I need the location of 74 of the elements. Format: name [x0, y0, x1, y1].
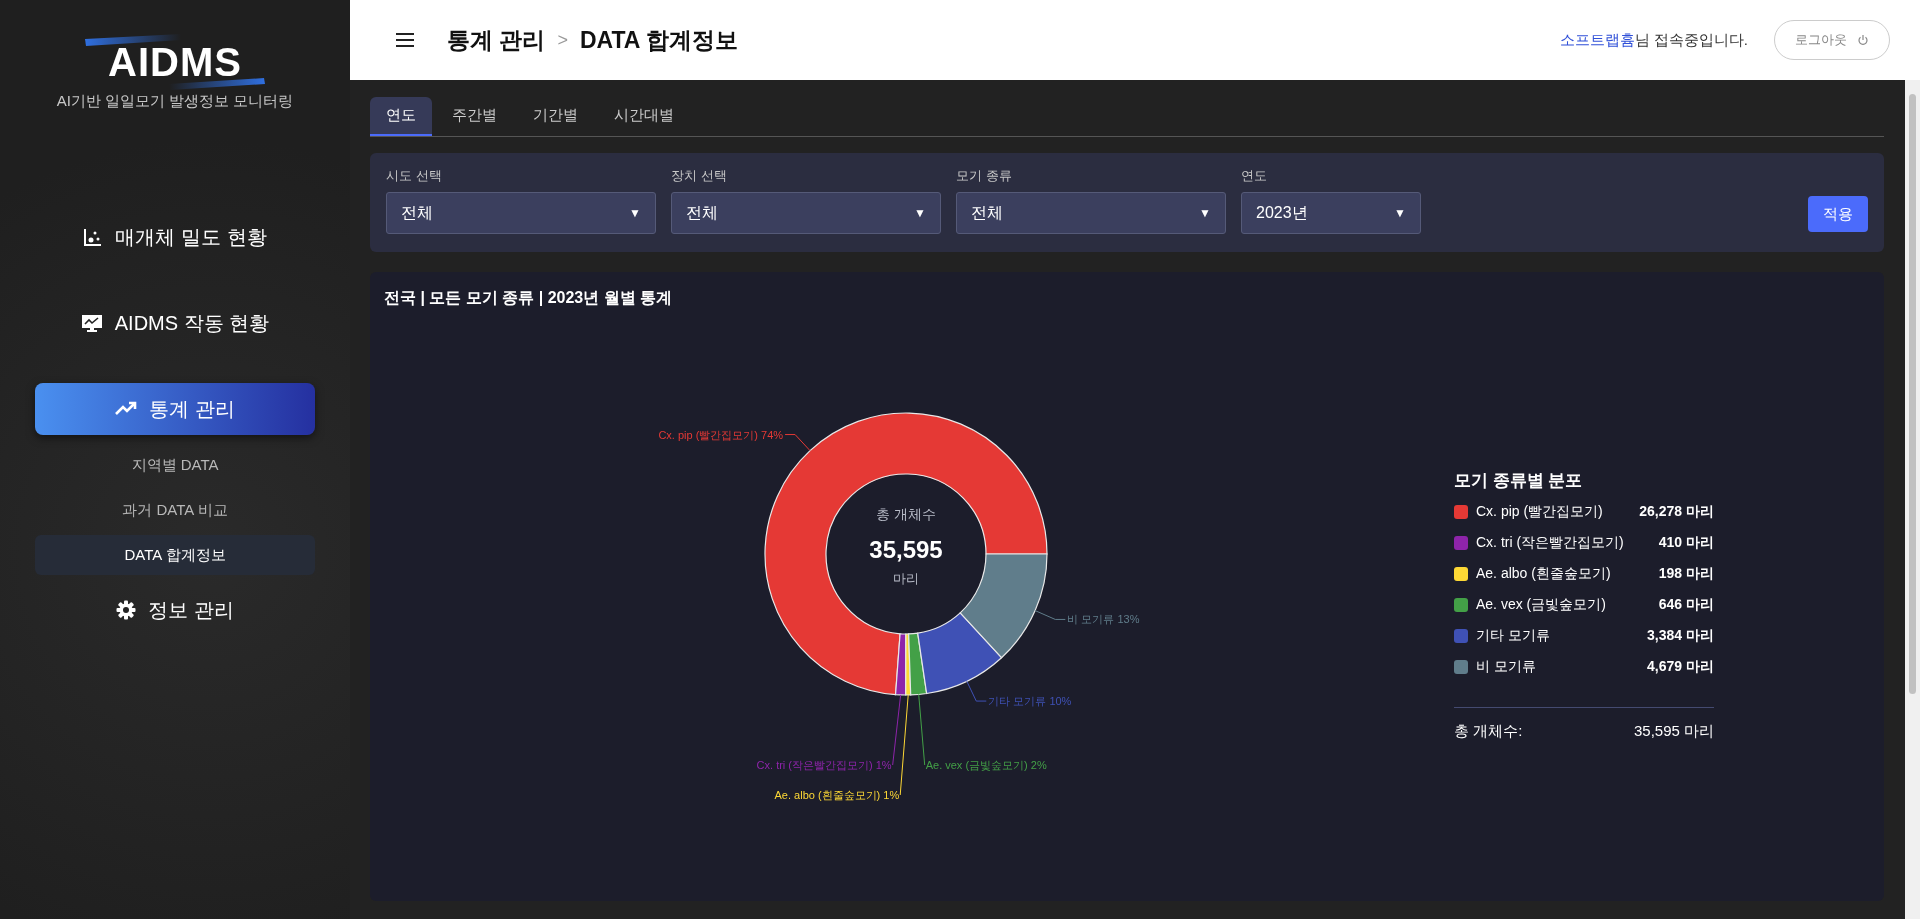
legend-count: 646 마리: [1658, 595, 1714, 614]
filter-label: 모기 종류: [956, 167, 1013, 185]
logout-button[interactable]: 로그아웃: [1774, 20, 1890, 60]
monitor-chart-icon: [80, 313, 103, 333]
slice-label: 비 모기류 13%: [1067, 613, 1140, 626]
slice-label: Cx. tri (작은빨간집모기) 1%: [756, 759, 892, 771]
scatter-chart-icon: [83, 227, 104, 247]
select-field[interactable]: 전체 ▼: [386, 192, 656, 234]
filter-label: 장치 선택: [671, 167, 728, 185]
nav-item[interactable]: AIDMS 작동 현황: [35, 297, 315, 349]
scrollbar[interactable]: [1905, 80, 1920, 919]
nav-label: 정보 관리: [148, 597, 234, 623]
legend-count: 26,278 마리: [1639, 502, 1714, 521]
power-icon: [1857, 34, 1869, 46]
filter-label: 시도 선택: [386, 167, 443, 185]
subnav-item[interactable]: 지역별 DATA: [35, 445, 315, 485]
center-label: 총 개체수: [876, 506, 936, 522]
subnav-item[interactable]: DATA 합계정보: [35, 535, 315, 575]
login-status-text: 님 접속중입니다.: [1634, 30, 1748, 50]
slice-label: Cx. pip (빨간집모기) 74%: [658, 428, 784, 441]
tab[interactable]: 연도: [370, 97, 432, 136]
filter-label: 연도: [1241, 167, 1268, 185]
select-field[interactable]: 전체 ▼: [956, 192, 1226, 234]
legend-label: Ae. albo (흰줄숲모기): [1476, 564, 1612, 583]
legend-label: 기타 모기류: [1476, 626, 1551, 645]
app-subtitle: AI기반 일일모기 발생정보 모니터링: [56, 92, 294, 111]
legend-label: Cx. tri (작은빨간집모기): [1476, 533, 1625, 552]
tab[interactable]: 시간대별: [598, 97, 690, 136]
leader-line: [784, 434, 811, 452]
center-total: 35,595: [869, 536, 943, 563]
nav-item[interactable]: 통계 관리: [35, 383, 315, 435]
trending-up-icon: [115, 401, 138, 417]
slice-label: Ae. albo (흰줄숲모기) 1%: [774, 789, 900, 801]
nav-item[interactable]: 정보 관리: [35, 584, 315, 636]
caret-icon: ▼: [1394, 206, 1406, 220]
legend-count: 410 마리: [1658, 533, 1714, 552]
logo-text: AIDMS: [108, 44, 242, 80]
legend-label: Cx. pip (빨간집모기): [1476, 502, 1604, 521]
leader-line: [1034, 610, 1066, 620]
select-field[interactable]: 2023년 ▼: [1241, 192, 1421, 234]
nav-label: AIDMS 작동 현황: [114, 310, 270, 336]
legend-title: 모기 종류별 분포: [1454, 470, 1584, 492]
slice-label: Ae. vex (금빛숲모기) 2%: [925, 759, 1047, 771]
legend-count: 3,384 마리: [1647, 626, 1714, 645]
page-title: DATA 합계정보: [579, 25, 738, 55]
nav-item[interactable]: 매개체 밀도 현황: [35, 211, 315, 263]
logo-stripe-icon: [85, 34, 181, 46]
total-value: 35,595 마리: [1633, 722, 1714, 741]
chart-title: 전국 | 모든 모기 종류 | 2023년 월별 통계: [384, 288, 674, 308]
settings-icon: [116, 600, 137, 620]
total-label: 총 개체수:: [1454, 722, 1523, 741]
breadcrumb-section[interactable]: 통계 관리: [447, 24, 546, 56]
leader-line: [966, 680, 987, 702]
breadcrumb-separator: >: [557, 29, 568, 51]
select-field[interactable]: 전체 ▼: [671, 192, 941, 234]
legend-label: 비 모기류: [1476, 657, 1537, 676]
caret-icon: ▼: [1199, 206, 1211, 220]
leader-line: [892, 694, 902, 766]
nav-label: 통계 관리: [149, 396, 235, 422]
slice-label: 기타 모기류 10%: [988, 695, 1072, 708]
legend-count: 198 마리: [1658, 564, 1714, 583]
logo-stripe-icon: [169, 78, 265, 90]
user-name-link[interactable]: 소프트랩흄: [1559, 30, 1635, 50]
nav-label: 매개체 밀도 현황: [115, 224, 267, 250]
caret-icon: ▼: [629, 206, 641, 220]
menu-icon[interactable]: [395, 32, 415, 48]
center-unit: 마리: [893, 571, 919, 586]
tab[interactable]: 기간별: [517, 97, 594, 136]
apply-button[interactable]: 적용: [1808, 196, 1868, 232]
tab[interactable]: 주간별: [436, 97, 513, 136]
legend-count: 4,679 마리: [1647, 657, 1714, 676]
subnav-item[interactable]: 과거 DATA 비교: [35, 490, 315, 530]
caret-icon: ▼: [914, 206, 926, 220]
legend-label: Ae. vex (금빛숲모기): [1476, 595, 1607, 614]
